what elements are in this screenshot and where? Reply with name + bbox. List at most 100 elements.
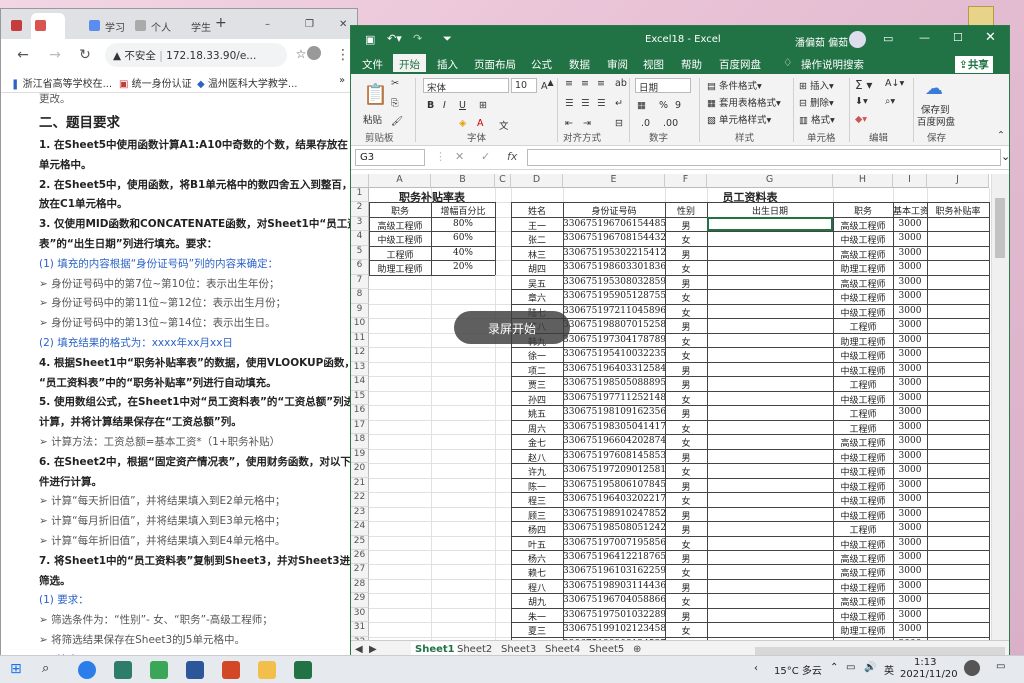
- cell[interactable]: 330675197304178789: [563, 335, 665, 345]
- cell[interactable]: 330675195806107845: [563, 480, 665, 490]
- number-format-select[interactable]: 日期: [635, 78, 691, 94]
- cell[interactable]: 3000: [893, 335, 927, 345]
- decrease-decimal-icon[interactable]: .00: [663, 118, 678, 129]
- ime-indicator[interactable]: 英: [884, 662, 894, 677]
- cell[interactable]: 高级工程师: [369, 219, 431, 232]
- cell[interactable]: 3000: [893, 248, 927, 258]
- tab-home[interactable]: 开始: [393, 54, 426, 74]
- cell[interactable]: 330675198910247852: [563, 509, 665, 519]
- cell[interactable]: 女: [665, 566, 707, 579]
- increase-font-icon[interactable]: A▲: [541, 78, 554, 92]
- cell[interactable]: 中级工程师: [833, 451, 893, 464]
- cell[interactable]: 330675197209012581: [563, 465, 665, 475]
- cell[interactable]: 330675196708154432: [563, 233, 665, 243]
- cell[interactable]: 3000: [893, 581, 927, 591]
- menu-icon[interactable]: ⋮: [335, 47, 351, 63]
- wrap-text-icon[interactable]: ↵: [615, 98, 623, 109]
- new-tab-button[interactable]: +: [211, 13, 231, 39]
- column-header[interactable]: J: [927, 174, 989, 188]
- cell[interactable]: 章六: [511, 291, 563, 304]
- tab-view[interactable]: 视图: [643, 57, 664, 72]
- table-format-button[interactable]: ▦ 套用表格格式▾: [707, 95, 781, 109]
- minimize-icon[interactable]: —: [919, 31, 930, 44]
- cell[interactable]: 中级工程师: [833, 494, 893, 507]
- cell[interactable]: 杨四: [511, 523, 563, 536]
- cell[interactable]: 3000: [893, 494, 927, 504]
- column-header[interactable]: F: [665, 174, 707, 188]
- cell[interactable]: 中级工程师: [833, 538, 893, 551]
- cell[interactable]: 工程师: [833, 407, 893, 420]
- cell[interactable]: 中级工程师: [369, 233, 431, 246]
- column-header[interactable]: A: [369, 174, 431, 188]
- cell[interactable]: 中级工程师: [833, 610, 893, 623]
- cell[interactable]: 330675198603301836: [563, 262, 665, 272]
- cell[interactable]: 吴五: [511, 277, 563, 290]
- column-header[interactable]: G: [707, 174, 833, 188]
- row-header[interactable]: 3: [351, 216, 369, 232]
- cell[interactable]: 3000: [893, 566, 927, 576]
- worksheet-grid[interactable]: A B C D E F G H I J 1 2 3 4 5 6 7 8 9 10 11 12 13 14 15 16 17 18 19 2…: [351, 174, 1009, 640]
- cell[interactable]: 中级工程师: [833, 465, 893, 478]
- row-header[interactable]: 7: [351, 274, 369, 290]
- sort-filter-icon[interactable]: A↓▾: [885, 78, 904, 89]
- cell[interactable]: 男: [665, 320, 707, 333]
- row-header[interactable]: 13: [351, 361, 369, 377]
- row-header[interactable]: 8: [351, 289, 369, 304]
- cell[interactable]: 中级工程师: [833, 306, 893, 319]
- expand-formula-icon[interactable]: ⌄: [1001, 150, 1009, 163]
- cell[interactable]: 3000: [893, 306, 927, 316]
- row-header[interactable]: 20: [351, 463, 369, 478]
- maximize-icon[interactable]: ☐: [953, 31, 963, 44]
- cell[interactable]: 高级工程师: [833, 566, 893, 579]
- cell[interactable]: 女: [665, 494, 707, 507]
- cell[interactable]: 中级工程师: [833, 480, 893, 493]
- cell[interactable]: 女: [665, 291, 707, 304]
- cell[interactable]: 姓名: [511, 204, 563, 217]
- cell[interactable]: 男: [665, 364, 707, 377]
- row-header[interactable]: 24: [351, 521, 369, 536]
- cell[interactable]: 中级工程师: [833, 509, 893, 522]
- cell[interactable]: 赖七: [511, 566, 563, 579]
- word-icon[interactable]: [186, 661, 204, 679]
- start-icon[interactable]: ⊞: [10, 661, 28, 679]
- tab-file[interactable]: 文件: [362, 57, 383, 72]
- cell[interactable]: 3000: [893, 320, 927, 330]
- back-icon[interactable]: ←: [15, 47, 31, 63]
- row-header[interactable]: 27: [351, 564, 369, 579]
- wechat-icon[interactable]: [150, 661, 168, 679]
- cell[interactable]: 330675195308032859: [563, 277, 665, 287]
- comma-icon[interactable]: 9: [675, 100, 681, 111]
- cell[interactable]: 助理工程师: [833, 335, 893, 348]
- network-icon[interactable]: ▭: [846, 662, 855, 673]
- align-left-icon[interactable]: ☰: [565, 98, 574, 109]
- cancel-icon[interactable]: ✕: [455, 150, 464, 163]
- cell[interactable]: 男: [665, 378, 707, 391]
- align-center-icon[interactable]: ☰: [581, 98, 590, 109]
- tell-me-search[interactable]: 操作说明搜索: [801, 57, 864, 72]
- font-size-select[interactable]: 10: [511, 78, 537, 93]
- collapse-ribbon-icon[interactable]: ⌃: [997, 130, 1005, 141]
- clock-date[interactable]: 2021/11/20: [900, 669, 958, 680]
- cell[interactable]: 贾三: [511, 378, 563, 391]
- border-icon[interactable]: ⊞: [479, 100, 487, 111]
- formula-input[interactable]: [527, 149, 1001, 166]
- cell[interactable]: 330675196704058866: [563, 595, 665, 605]
- cell[interactable]: 工程师: [833, 422, 893, 435]
- cell[interactable]: 高级工程师: [833, 248, 893, 261]
- cell[interactable]: 330675197608145853: [563, 451, 665, 461]
- cell[interactable]: 3000: [893, 219, 927, 229]
- enter-icon[interactable]: ✓: [481, 150, 490, 163]
- cell[interactable]: 330675198109162356: [563, 407, 665, 417]
- cell[interactable]: 3000: [893, 407, 927, 417]
- cell[interactable]: 增幅百分比: [431, 204, 495, 217]
- row-header[interactable]: 1: [351, 188, 369, 203]
- cell[interactable]: 高级工程师: [833, 595, 893, 608]
- cell[interactable]: 助理工程师: [369, 262, 431, 275]
- notification-icon[interactable]: ▭: [996, 661, 1005, 672]
- tab-insert[interactable]: 插入: [437, 57, 458, 72]
- cell[interactable]: 工程师: [833, 378, 893, 391]
- column-header[interactable]: C: [495, 174, 511, 188]
- row-header[interactable]: 4: [351, 231, 369, 246]
- cell[interactable]: 姚五: [511, 407, 563, 420]
- orientation-icon[interactable]: ab: [615, 78, 627, 89]
